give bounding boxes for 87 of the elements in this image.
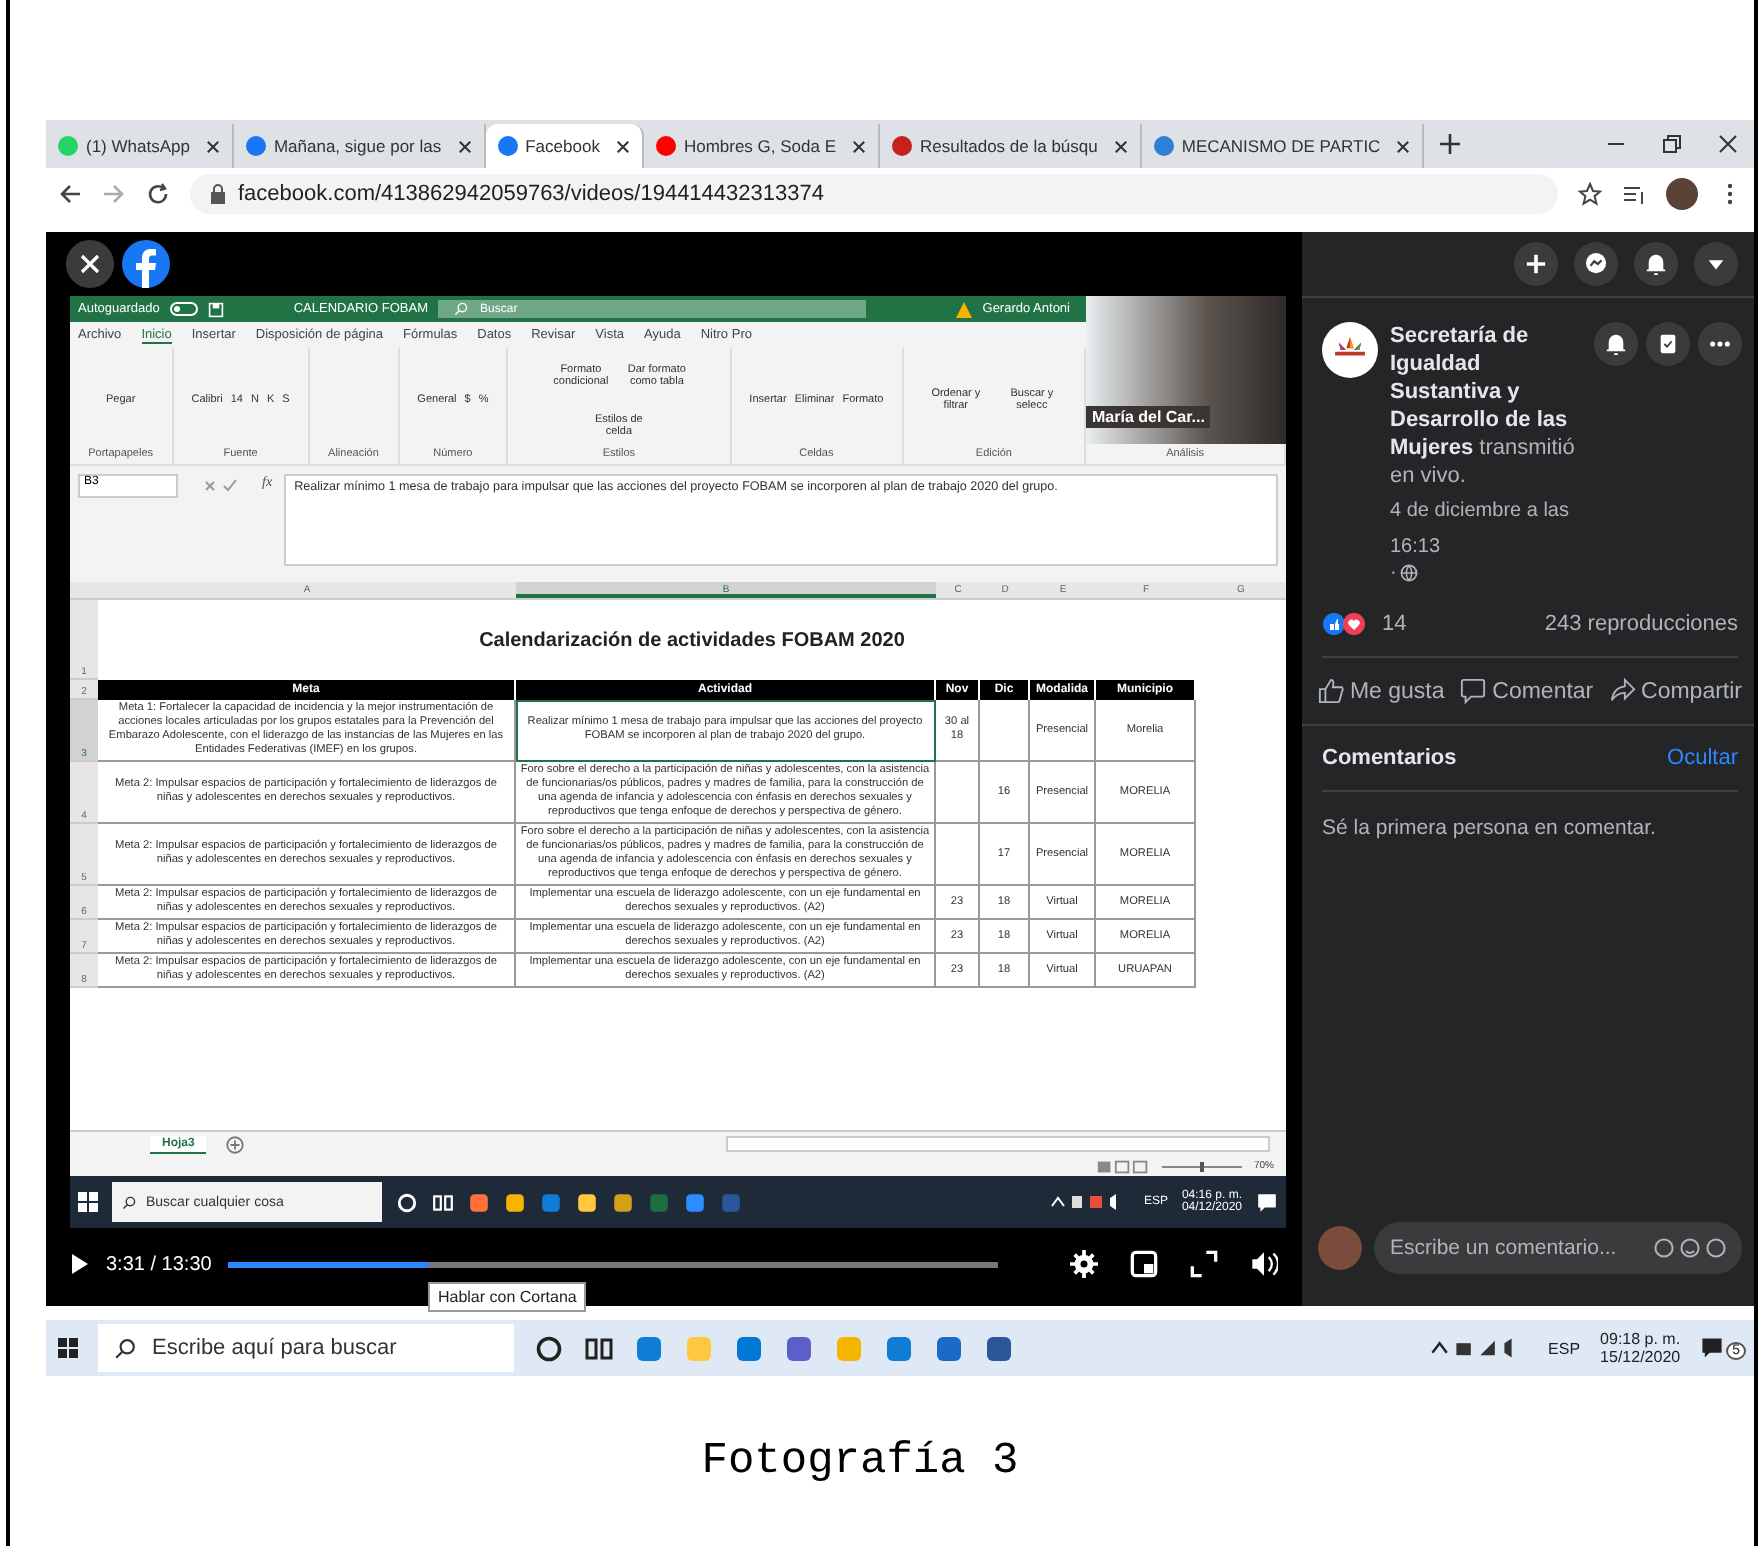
app-icon[interactable] <box>504 1191 526 1213</box>
table-cell <box>936 824 980 886</box>
search-icon <box>114 1337 136 1359</box>
close-icon[interactable] <box>1113 139 1128 153</box>
thumbs-up-icon <box>1317 678 1344 704</box>
star-icon[interactable] <box>1578 182 1602 206</box>
cortana-icon[interactable] <box>534 1333 564 1363</box>
clock-date: 15/12/2020 <box>1600 1348 1681 1366</box>
notification-icon[interactable] <box>1256 1191 1278 1213</box>
close-icon[interactable] <box>1718 134 1738 154</box>
play-icon[interactable] <box>70 1252 90 1276</box>
globe-icon <box>1400 564 1419 582</box>
share-icon <box>1609 678 1636 704</box>
new-tab-icon[interactable] <box>1440 134 1461 154</box>
search-icon <box>122 1195 136 1209</box>
language-indicator[interactable]: ESP <box>1548 1339 1581 1357</box>
view-count: 243 reproducciones <box>1544 612 1738 636</box>
profile-avatar[interactable] <box>1666 178 1698 210</box>
f-logo-icon[interactable] <box>122 240 170 288</box>
post-author-line: Secretaría de Igualdad Sustantiva y Desarrollo de las Mujeres transmitió en vivo. <box>1390 322 1577 490</box>
reload-icon[interactable] <box>146 182 170 206</box>
lock-icon <box>210 184 226 204</box>
bell-icon[interactable] <box>1594 322 1638 366</box>
notification-icon[interactable] <box>1700 1336 1725 1360</box>
emoji-buttons-icon[interactable] <box>1654 1238 1726 1258</box>
scrollbar[interactable] <box>726 1136 1270 1152</box>
restore-icon[interactable] <box>1662 134 1682 154</box>
sheet-title: Calendarización de actividades FOBAM 2020 <box>477 627 907 655</box>
close-icon[interactable] <box>205 139 220 153</box>
figure-caption: Fotografía 3 <box>701 1436 1019 1486</box>
app-icon[interactable] <box>612 1191 634 1213</box>
close-icon[interactable] <box>852 139 867 153</box>
save-icon[interactable] <box>207 301 224 317</box>
reading-list-icon[interactable] <box>1622 182 1646 206</box>
search-field[interactable]: Escribe aquí para buscar <box>98 1324 514 1372</box>
view-buttons-icon[interactable] <box>1095 1157 1150 1175</box>
comment-icon <box>1460 678 1487 704</box>
volume-icon[interactable] <box>1250 1250 1278 1278</box>
clipboard-icon[interactable] <box>1646 322 1690 366</box>
table-cell <box>936 762 980 824</box>
more-icon[interactable] <box>1698 322 1742 366</box>
browser-tab[interactable]: Facebook <box>485 124 644 168</box>
bell-icon[interactable] <box>1634 242 1678 286</box>
post-date: 4 de diciembre a las 16:13 <box>1390 500 1569 558</box>
participant-name: María del Car... <box>1086 406 1211 428</box>
app-icon[interactable] <box>934 1333 964 1363</box>
warning-icon <box>956 301 973 317</box>
separator-dot: · <box>1390 562 1397 584</box>
app-icon[interactable] <box>468 1191 490 1213</box>
hide-comments-link[interactable]: Ocultar <box>1667 746 1738 770</box>
zoom-slider-thumb[interactable] <box>1199 1161 1204 1171</box>
settings-icon[interactable] <box>1070 1250 1098 1278</box>
app-icon[interactable] <box>784 1333 814 1363</box>
no-comments-text: Sé la primera persona en comentar. <box>1322 816 1658 840</box>
close-icon[interactable] <box>66 240 114 288</box>
post-action-button[interactable]: Comentar <box>1456 674 1598 708</box>
autosave-toggle[interactable] <box>169 302 198 316</box>
app-icon[interactable] <box>684 1191 706 1213</box>
table-cell <box>980 700 1030 762</box>
post-action-button[interactable]: Me gusta <box>1313 674 1449 708</box>
add-sheet-icon[interactable] <box>226 1135 245 1153</box>
close-icon[interactable] <box>457 139 472 153</box>
windows-icon[interactable] <box>78 1192 98 1212</box>
close-icon[interactable] <box>1396 139 1411 153</box>
tooltip: Hablar con Cortana <box>427 1281 587 1311</box>
plus-icon[interactable] <box>1514 242 1558 286</box>
post-action-button[interactable]: Compartir <box>1605 674 1747 708</box>
task-view-icon[interactable] <box>584 1333 614 1363</box>
app-icon[interactable] <box>576 1191 598 1213</box>
search-icon <box>454 302 469 316</box>
comment-field[interactable]: Escribe un comentario... <box>1374 1222 1742 1274</box>
fullscreen-icon[interactable] <box>1190 1250 1218 1278</box>
app-icon[interactable] <box>984 1333 1014 1363</box>
messenger-icon[interactable] <box>1574 242 1618 286</box>
close-icon[interactable] <box>615 139 630 153</box>
caret-icon[interactable] <box>1694 242 1738 286</box>
comments-heading: Comentarios <box>1322 746 1457 770</box>
reactions-icon[interactable] <box>1322 612 1370 636</box>
video-time: 3:31 / 13:30 <box>106 1253 212 1275</box>
mini-player-icon[interactable] <box>1130 1250 1158 1278</box>
task-view-icon[interactable] <box>432 1191 454 1213</box>
windows-icon[interactable] <box>58 1338 78 1358</box>
reaction-count[interactable]: 14 <box>1382 612 1407 636</box>
back-icon[interactable] <box>58 182 82 206</box>
page-logo-icon[interactable] <box>1322 322 1378 378</box>
address-bar[interactable]: facebook.com/413862942059763/videos/194414432313374 <box>190 174 1558 214</box>
clock-time: 09:18 p. m. <box>1600 1330 1681 1348</box>
